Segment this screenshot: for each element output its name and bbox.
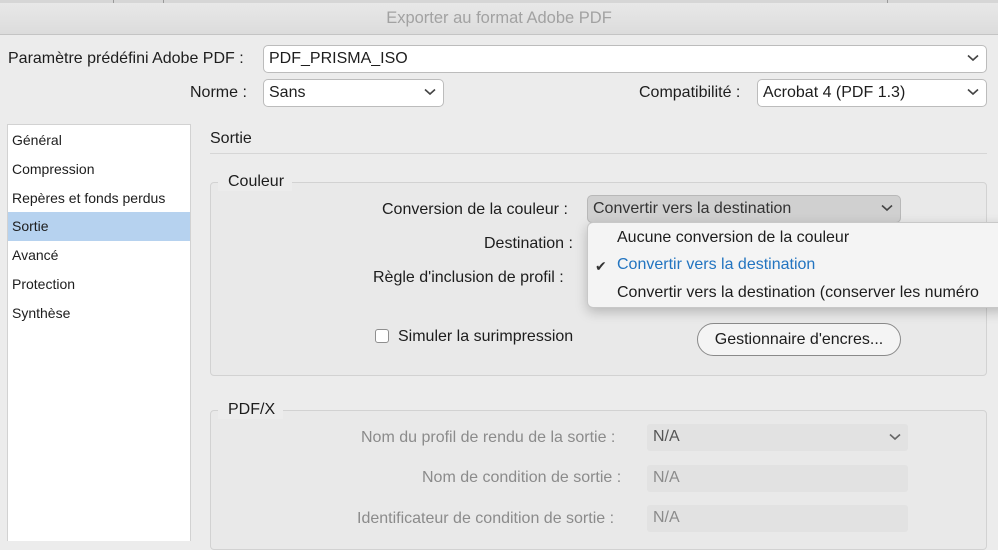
menu-item-convert-preserve[interactable]: Convertir vers la destination (conserver…: [617, 284, 979, 302]
color-conversion-select[interactable]: Convertir vers la destination: [587, 195, 901, 223]
output-profile-select: N/A: [647, 424, 908, 451]
chevron-down-icon: [424, 88, 436, 96]
condition-identifier-label: Identificateur de condition de sortie :: [357, 510, 615, 527]
menu-item-convert-destination[interactable]: Convertir vers la destination: [617, 256, 815, 274]
output-condition-label: Nom de condition de sortie :: [422, 469, 622, 486]
preset-value: PDF_PRISMA_ISO: [269, 50, 408, 67]
compat-select[interactable]: Acrobat 4 (PDF 1.3): [757, 79, 987, 107]
pdfx-group-legend: PDF/X: [218, 401, 284, 419]
compat-value: Acrobat 4 (PDF 1.3): [763, 84, 906, 101]
ink-manager-button[interactable]: Gestionnaire d'encres...: [697, 323, 901, 356]
sidebar-item-compression[interactable]: Compression: [8, 155, 190, 184]
color-conversion-value: Convertir vers la destination: [593, 200, 792, 217]
standard-label: Norme :: [190, 84, 247, 101]
sidebar-item-marks-bleeds[interactable]: Repères et fonds perdus: [8, 184, 190, 213]
simulate-overprint-label: Simuler la surimpression: [398, 328, 574, 345]
chevron-down-icon: [889, 433, 901, 441]
preset-label: Paramètre prédéfini Adobe PDF :: [8, 50, 244, 67]
standard-select[interactable]: Sans: [263, 79, 444, 107]
output-condition-field: N/A: [647, 465, 908, 492]
standard-value: Sans: [269, 84, 306, 101]
sidebar-item-summary[interactable]: Synthèse: [8, 299, 190, 328]
color-group-legend: Couleur: [218, 173, 293, 191]
menu-item-no-conversion[interactable]: Aucune conversion de la couleur: [617, 229, 849, 247]
chevron-down-icon: [967, 88, 979, 96]
profile-rule-label: Règle d'inclusion de profil :: [373, 269, 564, 286]
sidebar-item-security[interactable]: Protection: [8, 270, 190, 299]
title-bar: Exporter au format Adobe PDF: [0, 3, 998, 35]
sidebar: Général Compression Repères et fonds per…: [7, 124, 191, 541]
section-divider: [210, 153, 987, 154]
section-title: Sortie: [210, 130, 252, 147]
destination-label: Destination :: [484, 235, 573, 252]
window-title: Exporter au format Adobe PDF: [386, 9, 612, 27]
chevron-down-icon: [881, 204, 893, 212]
output-profile-label: Nom du profil de rendu de la sortie :: [361, 429, 616, 446]
sidebar-item-output[interactable]: Sortie: [8, 212, 190, 241]
color-conversion-menu: Aucune conversion de la couleur ✔ Conver…: [587, 222, 998, 308]
sidebar-item-general[interactable]: Général: [8, 126, 190, 155]
compat-label: Compatibilité :: [639, 84, 741, 101]
sidebar-item-advanced[interactable]: Avancé: [8, 241, 190, 270]
checkmark-icon: ✔: [595, 258, 607, 274]
preset-select[interactable]: PDF_PRISMA_ISO: [263, 45, 987, 73]
condition-identifier-field: N/A: [647, 505, 908, 532]
chevron-down-icon: [967, 54, 979, 62]
color-conversion-label: Conversion de la couleur :: [382, 201, 568, 218]
simulate-overprint-checkbox[interactable]: [375, 329, 389, 343]
